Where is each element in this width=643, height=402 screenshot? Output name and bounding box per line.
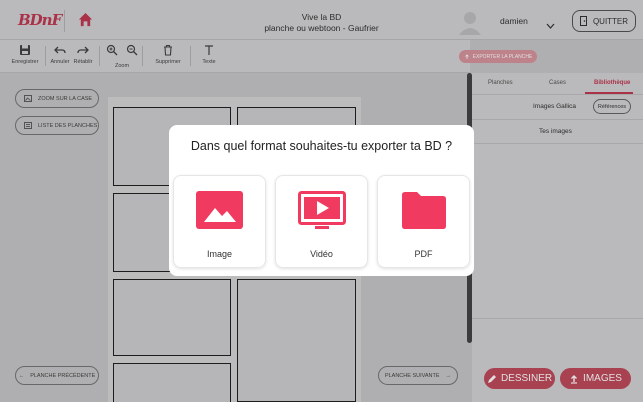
video-icon [297, 191, 346, 229]
export-video-label: Vidéo [310, 249, 333, 259]
folder-icon [401, 192, 446, 229]
export-format-dialog: Dans quel format souhaites-tu exporter t… [169, 125, 474, 276]
export-pdf-label: PDF [414, 249, 433, 259]
export-image-label: Image [206, 249, 232, 259]
export-pdf-option[interactable]: PDF [377, 175, 470, 268]
image-icon [196, 191, 243, 229]
dialog-title: Dans quel format souhaites-tu exporter t… [190, 139, 453, 153]
export-image-option[interactable]: Image [173, 175, 266, 268]
export-video-option[interactable]: Vidéo [275, 175, 368, 268]
